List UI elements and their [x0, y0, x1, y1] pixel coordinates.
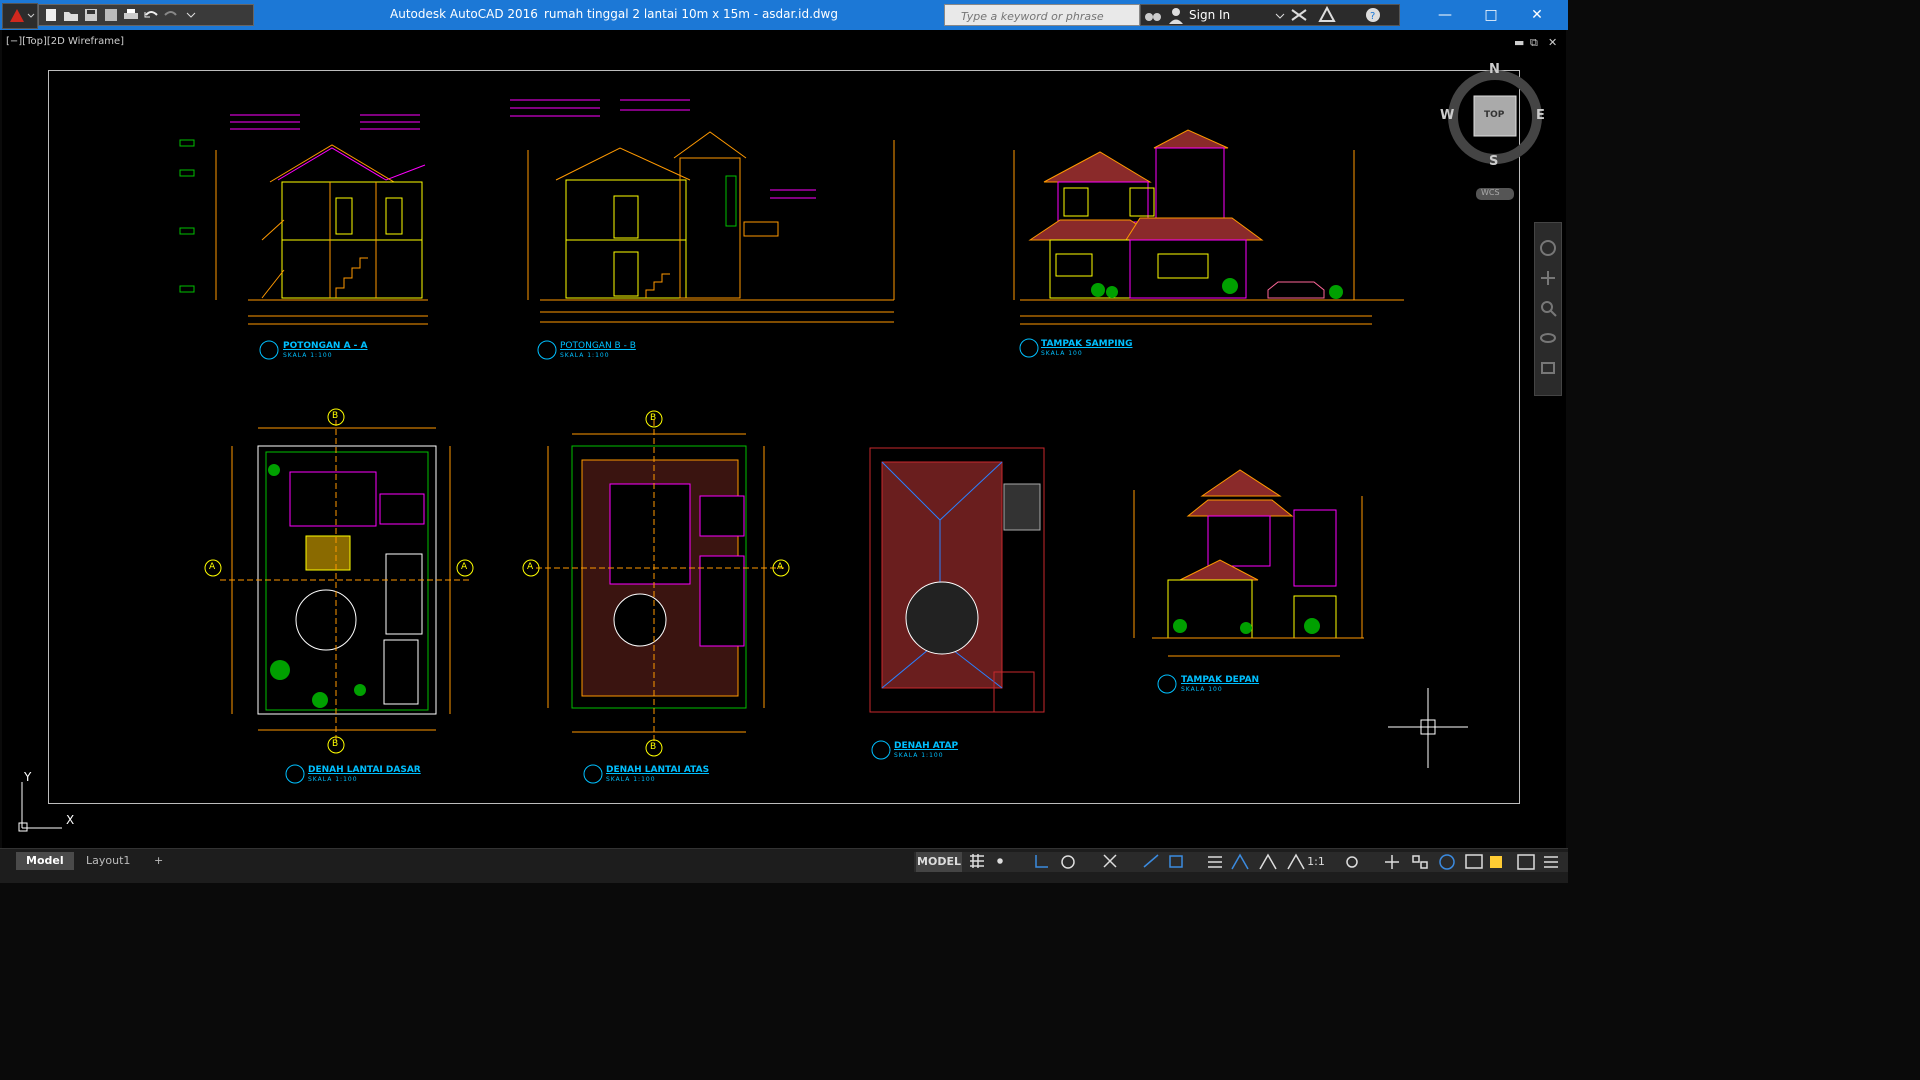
color-icon[interactable] [1490, 856, 1502, 868]
menu-icon[interactable] [1544, 856, 1558, 868]
upper-floor-plan-drawing [522, 410, 790, 784]
section-b-title: POTONGAN B - B [560, 341, 636, 351]
steering-wheel-icon[interactable] [1539, 239, 1557, 257]
viewcube-north[interactable]: N [1489, 62, 1500, 77]
isodraft-icon[interactable] [1143, 854, 1159, 868]
hardware-acceleration-icon[interactable] [1439, 854, 1455, 870]
zoom-extents-icon[interactable] [1539, 299, 1557, 317]
status-bar-icons [970, 853, 1558, 870]
object-snap-tracking-icon[interactable] [1169, 855, 1183, 868]
model-space-button[interactable]: MODEL [916, 852, 962, 872]
drawing-canvas [18, 70, 1542, 832]
annotation-visibility-icon[interactable] [1231, 853, 1249, 870]
side-view-drawing [1013, 129, 1404, 358]
roof-plan-scale: SKALA 1:100 [894, 752, 944, 759]
ucs-y-label: Y [24, 770, 32, 784]
section-a-title: POTONGAN A - A [283, 341, 368, 351]
grid-mark-a: A [461, 562, 468, 572]
annotation-scale-icon[interactable] [1287, 853, 1305, 870]
pan-icon[interactable] [1539, 269, 1557, 287]
viewports-icon[interactable] [1517, 854, 1535, 870]
workspace-gear-icon[interactable] [1346, 856, 1358, 868]
showmotion-icon[interactable] [1539, 359, 1557, 377]
side-view-scale: SKALA 100 [1041, 350, 1083, 357]
ortho-icon[interactable] [1035, 855, 1048, 868]
section-b-scale: SKALA 1:100 [560, 352, 610, 359]
roof-plan-title: DENAH ATAP [894, 741, 959, 751]
grid-mark-b: B [650, 742, 657, 752]
ground-floor-plan-drawing [204, 408, 474, 784]
section-a-scale: SKALA 1:100 [283, 352, 333, 359]
isolate-objects-icon[interactable] [1412, 855, 1428, 869]
annotation-scale-value[interactable]: 1:1 [1306, 852, 1326, 872]
wcs-menu[interactable]: WCS [1481, 188, 1500, 197]
viewcube-south[interactable]: S [1489, 154, 1498, 169]
roof-plan-drawing [869, 447, 1045, 760]
navigation-bar [1534, 222, 1562, 396]
grid-mark-a: A [527, 562, 534, 572]
clean-screen-icon[interactable] [1465, 854, 1483, 869]
tab-layout1[interactable]: Layout1 [76, 852, 140, 870]
upper-plan-title: DENAH LANTAI ATAS [606, 765, 710, 775]
ground-plan-title: DENAH LANTAI DASAR [308, 765, 421, 775]
grid-mark-a: A [209, 562, 216, 572]
plus-icon[interactable] [1385, 855, 1399, 869]
viewcube[interactable] [1448, 70, 1542, 200]
grid-mark-b: B [332, 411, 339, 421]
front-view-scale: SKALA 100 [1181, 686, 1223, 693]
side-view-title: TAMPAK SAMPING [1041, 339, 1133, 349]
grid-mark-b: B [650, 413, 657, 423]
section-b-drawing [510, 99, 895, 360]
upper-plan-scale: SKALA 1:100 [606, 776, 656, 783]
grid-display-icon[interactable] [970, 854, 984, 868]
viewcube-top-face[interactable]: TOP [1484, 110, 1504, 120]
grid-mark-a: A [777, 562, 784, 572]
ucs-icon [18, 782, 62, 832]
front-view-drawing [1133, 469, 1364, 694]
object-snap-icon[interactable] [1103, 854, 1117, 868]
polar-tracking-icon[interactable] [1061, 855, 1075, 869]
lineweight-icon[interactable] [1208, 856, 1222, 868]
snap-mode-icon[interactable] [997, 858, 1003, 864]
add-layout-button[interactable]: + [144, 852, 173, 870]
section-a-drawing [179, 114, 428, 360]
viewcube-east[interactable]: E [1536, 108, 1545, 123]
ground-plan-scale: SKALA 1:100 [308, 776, 358, 783]
tab-model[interactable]: Model [16, 852, 74, 870]
viewcube-west[interactable]: W [1440, 108, 1454, 123]
ucs-x-label: X [66, 813, 75, 827]
orbit-icon[interactable] [1539, 329, 1557, 347]
crosshair-cursor [1388, 688, 1468, 768]
grid-mark-b: B [332, 739, 339, 749]
auto-scale-icon[interactable] [1259, 853, 1277, 870]
front-view-title: TAMPAK DEPAN [1181, 675, 1260, 685]
